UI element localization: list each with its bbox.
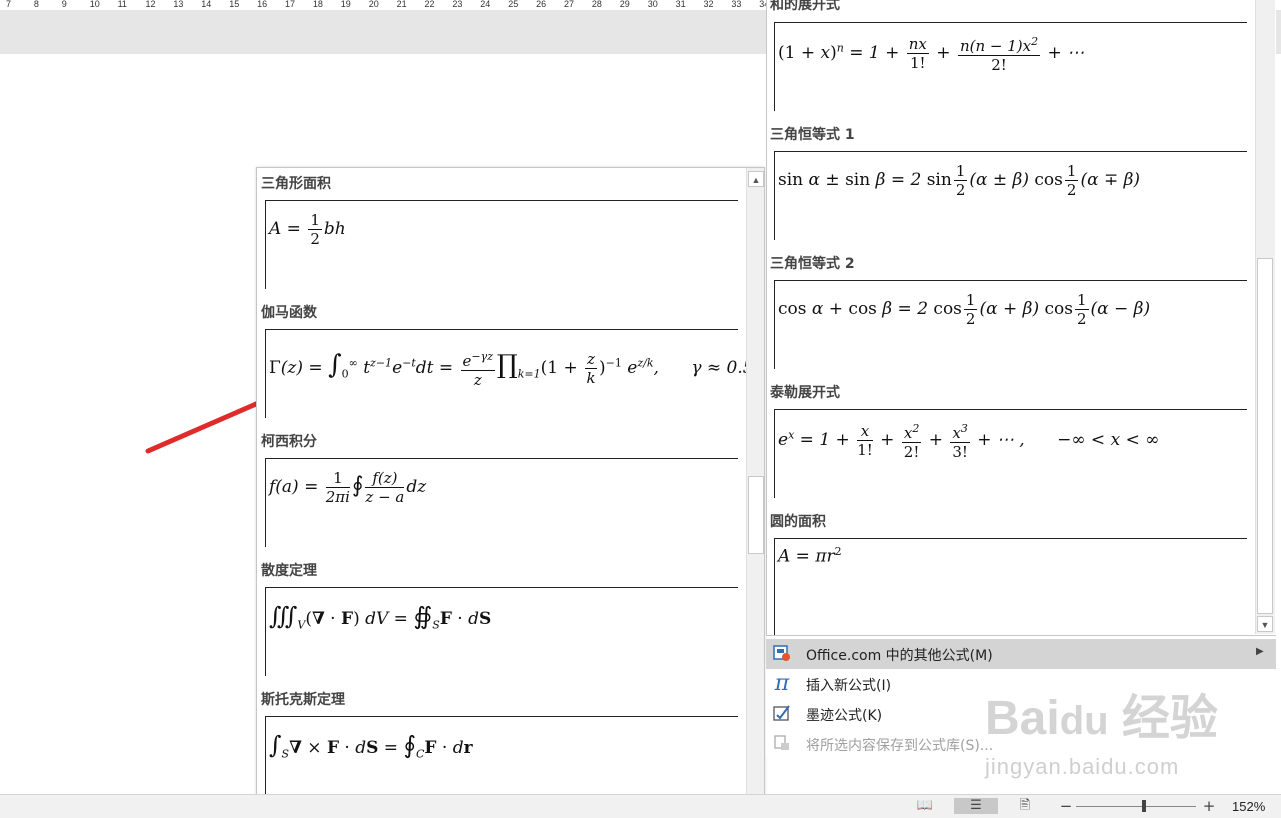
scroll-up-arrow-icon[interactable]: ▲ (748, 171, 764, 187)
pi-icon: π (774, 671, 790, 696)
ruler-tick-label: 12 (145, 0, 156, 9)
ruler-tick-label: 31 (675, 0, 686, 9)
status-bar: 📖 ☰ 🖹 − + 152% (0, 794, 1281, 818)
category-binomial-expansion: 和的展开式 (770, 0, 840, 13)
category-trig-identity-1: 三角恒等式 1 (770, 127, 855, 143)
ruler-tick-label: 9 (61, 0, 67, 9)
equation-trig-identity-2[interactable]: cos α + cos β = 2 cos 1 2 (α + β) cos 1 2 (α −… (774, 280, 1247, 369)
ruler-tick-label: 21 (396, 0, 407, 9)
web-layout-icon[interactable]: 🖹 (1016, 798, 1034, 814)
ruler-tick-label: 18 (312, 0, 323, 9)
ruler-tick-label: 33 (731, 0, 742, 9)
equation-circle-area[interactable]: A = πr2 (774, 538, 1247, 635)
ruler-tick-label: 19 (340, 0, 351, 9)
category-taylor-expansion: 泰勒展开式 (770, 385, 840, 401)
scroll-down-arrow-icon[interactable]: ▼ (1257, 616, 1273, 632)
zoom-slider[interactable] (1076, 806, 1196, 807)
left-gallery-scrollbar[interactable]: ▲ ▼ (746, 168, 764, 814)
zoom-out-button[interactable]: − (1057, 798, 1075, 814)
ruler-tick-label: 28 (591, 0, 602, 9)
menu-item-office-more-equations[interactable]: Office.com 中的其他公式(M) ▶ (766, 639, 1276, 669)
equation-divergence-theorem[interactable]: ∭V(∇ · F) dV = ∯SF · dS (265, 587, 738, 676)
ruler-tick-label: 25 (508, 0, 519, 9)
ruler-tick-label: 14 (201, 0, 212, 9)
equation-trig-identity-1[interactable]: sin α ± sin β = 2 sin 1 2 (α ± β) cos 1 2 (α ∓… (774, 151, 1247, 240)
category-trig-identity-2: 三角恒等式 2 (770, 256, 855, 272)
ruler-tick-label: 10 (89, 0, 100, 9)
equation-gamma-function[interactable]: Γ(z) = ∫0∞ tz−1e−tdt = e−γz z ∏k=1(1 + z k)… (265, 329, 754, 418)
ruler-tick-label: 32 (703, 0, 714, 9)
ink-equation-icon (772, 704, 792, 724)
watermark-url: jingyan.baidu.com (985, 754, 1180, 779)
zoom-slider-thumb[interactable] (1142, 800, 1146, 812)
ruler-tick-label: 13 (173, 0, 184, 9)
equation-gallery-left: 三角形面积 A = 1 2 bh 伽马函数 Γ(z) = ∫0∞ tz−1e−tdt… (256, 167, 765, 815)
category-triangle-area: 三角形面积 (261, 176, 331, 192)
print-layout-icon[interactable]: ☰ (954, 798, 998, 814)
submenu-arrow-icon: ▶ (1256, 646, 1264, 657)
baidu-watermark-logo: Baidu 经验 (985, 692, 1218, 745)
read-mode-icon[interactable]: 📖 (916, 798, 934, 814)
ruler-tick-label: 26 (536, 0, 547, 9)
category-stokes-theorem: 斯托克斯定理 (261, 692, 345, 708)
ruler-tick-label: 24 (480, 0, 491, 9)
category-circle-area: 圆的面积 (770, 514, 826, 530)
ruler-tick-label: 16 (257, 0, 268, 9)
equation-cauchy-integral[interactable]: f(a) = 1 2πi ∮ f(z) z − a dz (265, 458, 738, 547)
ruler-tick-label: 20 (368, 0, 379, 9)
category-divergence-theorem: 散度定理 (261, 563, 317, 579)
scroll-thumb[interactable] (748, 476, 764, 554)
ruler-tick-label: 30 (647, 0, 658, 9)
zoom-in-button[interactable]: + (1200, 798, 1218, 814)
category-cauchy-integral: 柯西积分 (261, 434, 317, 450)
office-icon (772, 644, 792, 664)
category-gamma-function: 伽马函数 (261, 305, 317, 321)
save-to-gallery-icon (772, 734, 792, 754)
ruler-tick-label: 22 (424, 0, 435, 9)
ruler-tick-label: 8 (33, 0, 39, 9)
ruler-tick-label: 11 (117, 0, 127, 9)
right-gallery-scrollbar[interactable]: ▼ (1255, 0, 1275, 634)
ruler-tick-label: 15 (229, 0, 240, 9)
ruler-tick-label: 7 (6, 0, 12, 9)
scroll-thumb[interactable] (1257, 258, 1273, 614)
ruler-tick-label: 17 (285, 0, 296, 9)
equation-binomial-expansion[interactable]: (1 + x)n = 1 + nx 1! + n(n − 1)x2 2! + ⋯ (774, 22, 1247, 111)
zoom-level[interactable]: 152% (1232, 799, 1265, 814)
equation-triangle-area[interactable]: A = 1 2 bh (265, 200, 738, 289)
ruler-tick-label: 29 (619, 0, 630, 9)
ruler-tick-label: 27 (564, 0, 575, 9)
equation-taylor-expansion[interactable]: ex = 1 + x 1! + x2 2! + x3 3! + ⋯ , −∞ < x … (774, 409, 1247, 498)
equation-gallery-right: 和的展开式 (1 + x)n = 1 + nx 1! + n(n − 1)x2 2!… (766, 0, 1276, 636)
ruler-tick-label: 23 (452, 0, 463, 9)
